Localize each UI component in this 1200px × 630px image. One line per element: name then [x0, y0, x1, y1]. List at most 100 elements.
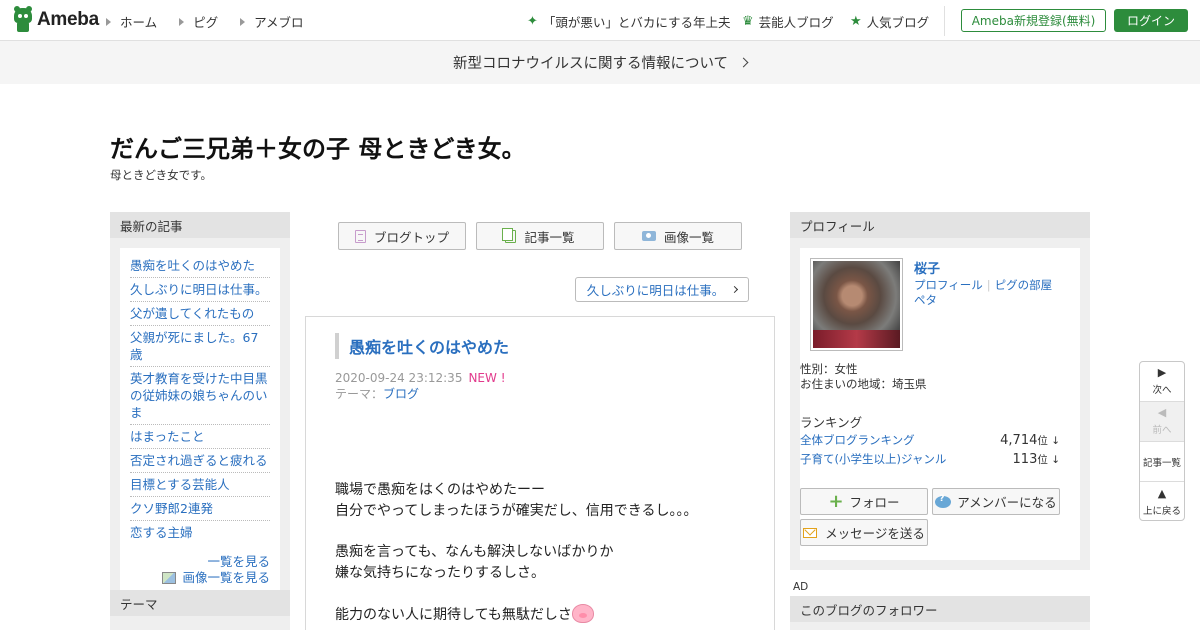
tab-blog-top[interactable]: ブログトップ — [338, 222, 466, 250]
camera-icon — [641, 231, 656, 241]
blog-title[interactable]: だんご三兄弟＋女の子 母ときどき女。 — [110, 129, 526, 164]
float-prev-button[interactable]: ◀ 前へ — [1140, 402, 1184, 442]
featured-link[interactable]: ✦ 「頭が悪い」とバカにする年上夫 — [527, 12, 731, 31]
featured-link-label: 「頭が悪い」とバカにする年上夫 — [542, 15, 731, 30]
article-theme-link[interactable]: ブログ — [383, 387, 419, 401]
nav-pigg[interactable]: ピグ — [179, 12, 218, 31]
nav-home-label: ホーム — [120, 15, 158, 30]
see-images-label: 画像一覧を見る — [182, 570, 270, 585]
tab-image-list[interactable]: 画像一覧 — [614, 222, 742, 250]
latest-articles-heading: 最新の記事 — [110, 212, 290, 238]
peta-link[interactable]: ペタ — [914, 293, 937, 307]
triangle-right-icon — [106, 17, 111, 26]
followers-box: このブログのフォロワー — [790, 596, 1090, 630]
tab-image-list-label: 画像一覧 — [663, 229, 714, 245]
nav-ameblo-label: アメブロ — [254, 15, 304, 30]
pigg-room-link[interactable]: ピグの部屋 — [995, 278, 1053, 292]
amember-label: アメンバーになる — [957, 495, 1057, 510]
image-list-icon — [162, 572, 177, 584]
ranking-value: 113 — [1012, 452, 1038, 467]
article-body: 職場で愚痴をはくのはやめたーー 自分でやってしまったほうが確実だし、信用できるし… — [335, 480, 697, 630]
register-button[interactable]: Ameba新規登録(無料) — [961, 9, 1106, 32]
profile-info: 性別：女性 お住まいの地域：埼玉県 — [800, 362, 927, 392]
article-meta: 2020-09-24 23:12:35 NEW ! テーマ：ブログ — [335, 370, 506, 402]
list-icon — [502, 227, 517, 243]
profile-name[interactable]: 桜子 — [914, 258, 940, 277]
profile-heading: プロフィール — [790, 212, 1090, 238]
nav-pigg-label: ピグ — [193, 15, 219, 30]
pig-emoji-icon — [571, 604, 594, 623]
send-message-button[interactable]: メッセージを送る — [800, 519, 928, 546]
celebrity-blog-link[interactable]: ♛ 芸能人ブログ — [742, 12, 834, 31]
ranking-unit: 位 ↓ — [1037, 454, 1060, 466]
ameba-logo[interactable]: Ameba — [12, 6, 99, 32]
next-article-button[interactable]: 久しぶりに明日は仕事。 — [575, 277, 749, 302]
blog-tabs: ブログトップ 記事一覧 画像一覧 — [338, 222, 752, 250]
latest-article-link[interactable]: 愚痴を吐くのはやめた — [130, 254, 270, 278]
ameba-mascot-icon — [12, 6, 34, 32]
nav-home[interactable]: ホーム — [106, 12, 157, 31]
profile-gender: 性別：女性 — [800, 362, 858, 376]
amember-button[interactable]: アメンバーになる — [932, 488, 1060, 515]
latest-article-link[interactable]: はまったこと — [130, 425, 270, 449]
popular-blog-link[interactable]: ★ 人気ブログ — [850, 12, 929, 31]
sparkle-icon: ✦ — [527, 14, 538, 29]
blog-description: 母ときどき女です。 — [110, 168, 213, 182]
celebrity-blog-label: 芸能人ブログ — [758, 15, 834, 30]
float-prev-label: 前へ — [1152, 425, 1172, 436]
article-line: 愚痴を言っても、なんも解決しないばかりか — [335, 544, 614, 560]
ranking-row: 全体ブログランキング 4,714位 ↓ — [800, 432, 1060, 448]
latest-article-link[interactable]: 父が遺してくれたもの — [130, 302, 270, 326]
separator: | — [986, 278, 991, 292]
triangle-right-icon — [240, 17, 246, 26]
next-article-label: 久しぶりに明日は仕事。 — [586, 283, 725, 298]
latest-article-link[interactable]: クソ野郎2連発 — [130, 497, 270, 521]
latest-articles-list: 愚痴を吐くのはやめた 久しぶりに明日は仕事。 父が遺してくれたもの 父親が死にま… — [130, 254, 270, 544]
latest-article-link[interactable]: 否定され過ぎると疲れる — [130, 449, 270, 473]
latest-article-link[interactable]: 久しぶりに明日は仕事。 — [130, 278, 270, 302]
see-all-articles-link[interactable]: 一覧を見る — [207, 554, 270, 569]
latest-article-link[interactable]: 恋する主婦 — [130, 521, 270, 544]
ranking-genre-link[interactable]: 子育て(小学生以上)ジャンル — [800, 451, 946, 467]
profile-link[interactable]: プロフィール — [914, 278, 983, 292]
arrow-up-icon: ▲ — [1157, 486, 1167, 500]
chevron-right-icon — [738, 57, 749, 68]
follow-button[interactable]: + フォロー — [800, 488, 928, 515]
latest-article-link[interactable]: 父親が死にました。67歳 — [130, 326, 270, 367]
login-button[interactable]: ログイン — [1114, 9, 1188, 32]
profile-avatar[interactable] — [810, 258, 903, 351]
article: 愚痴を吐くのはやめた 2020-09-24 23:12:35 NEW ! テーマ：… — [305, 316, 775, 630]
article-line: 能力のない人に期待しても無駄だしさ — [335, 607, 572, 623]
ranking-overall-link[interactable]: 全体ブログランキング — [800, 432, 915, 448]
tab-blog-top-label: ブログトップ — [373, 229, 449, 245]
chevron-right-icon — [731, 285, 739, 294]
star-icon: ★ — [850, 14, 862, 29]
float-next-label: 次へ — [1152, 385, 1172, 396]
float-next-button[interactable]: ▶ 次へ — [1140, 362, 1184, 402]
top-nav: ホーム ピグ アメブロ — [106, 12, 326, 31]
see-images-link[interactable]: 画像一覧を見る — [162, 570, 270, 585]
latest-article-link[interactable]: 目標とする芸能人 — [130, 473, 270, 497]
avatar-image — [813, 261, 900, 348]
tab-article-list-label: 記事一覧 — [524, 229, 575, 245]
triangle-right-icon — [179, 17, 185, 26]
article-line: 職場で愚痴をはくのはやめたーー — [335, 482, 545, 498]
follow-label: フォロー — [849, 495, 900, 510]
article-paragraph: 愚痴を言っても、なんも解決しないばかりか 嫌な気持ちになったりするしさ。 — [335, 542, 697, 584]
header-divider — [944, 6, 945, 36]
ranking-row: 子育て(小学生以上)ジャンル 113位 ↓ — [800, 451, 1060, 467]
article-line: 自分でやってしまったほうが確実だし、信用できるし。。。 — [335, 503, 698, 519]
ad-label: AD — [793, 581, 809, 593]
amember-bubble-icon — [935, 494, 952, 508]
latest-article-link[interactable]: 英才教育を受けた中目黒の従姉妹の娘ちゃんのいま — [130, 367, 270, 425]
article-title[interactable]: 愚痴を吐くのはやめた — [335, 333, 509, 359]
float-top-button[interactable]: ▲ 上に戻る — [1140, 482, 1184, 522]
profile-region: お住まいの地域：埼玉県 — [800, 377, 927, 391]
document-icon — [354, 229, 366, 243]
nav-ameblo[interactable]: アメブロ — [240, 12, 304, 31]
covid-notice-bar[interactable]: 新型コロナウイルスに関する情報について — [0, 41, 1200, 84]
latest-articles-box: 最新の記事 愚痴を吐くのはやめた 久しぶりに明日は仕事。 父が遺してくれたもの … — [110, 212, 290, 604]
tab-article-list[interactable]: 記事一覧 — [476, 222, 604, 250]
play-left-icon: ◀ — [1157, 406, 1167, 419]
float-list-button[interactable]: 記事一覧 — [1140, 442, 1184, 482]
